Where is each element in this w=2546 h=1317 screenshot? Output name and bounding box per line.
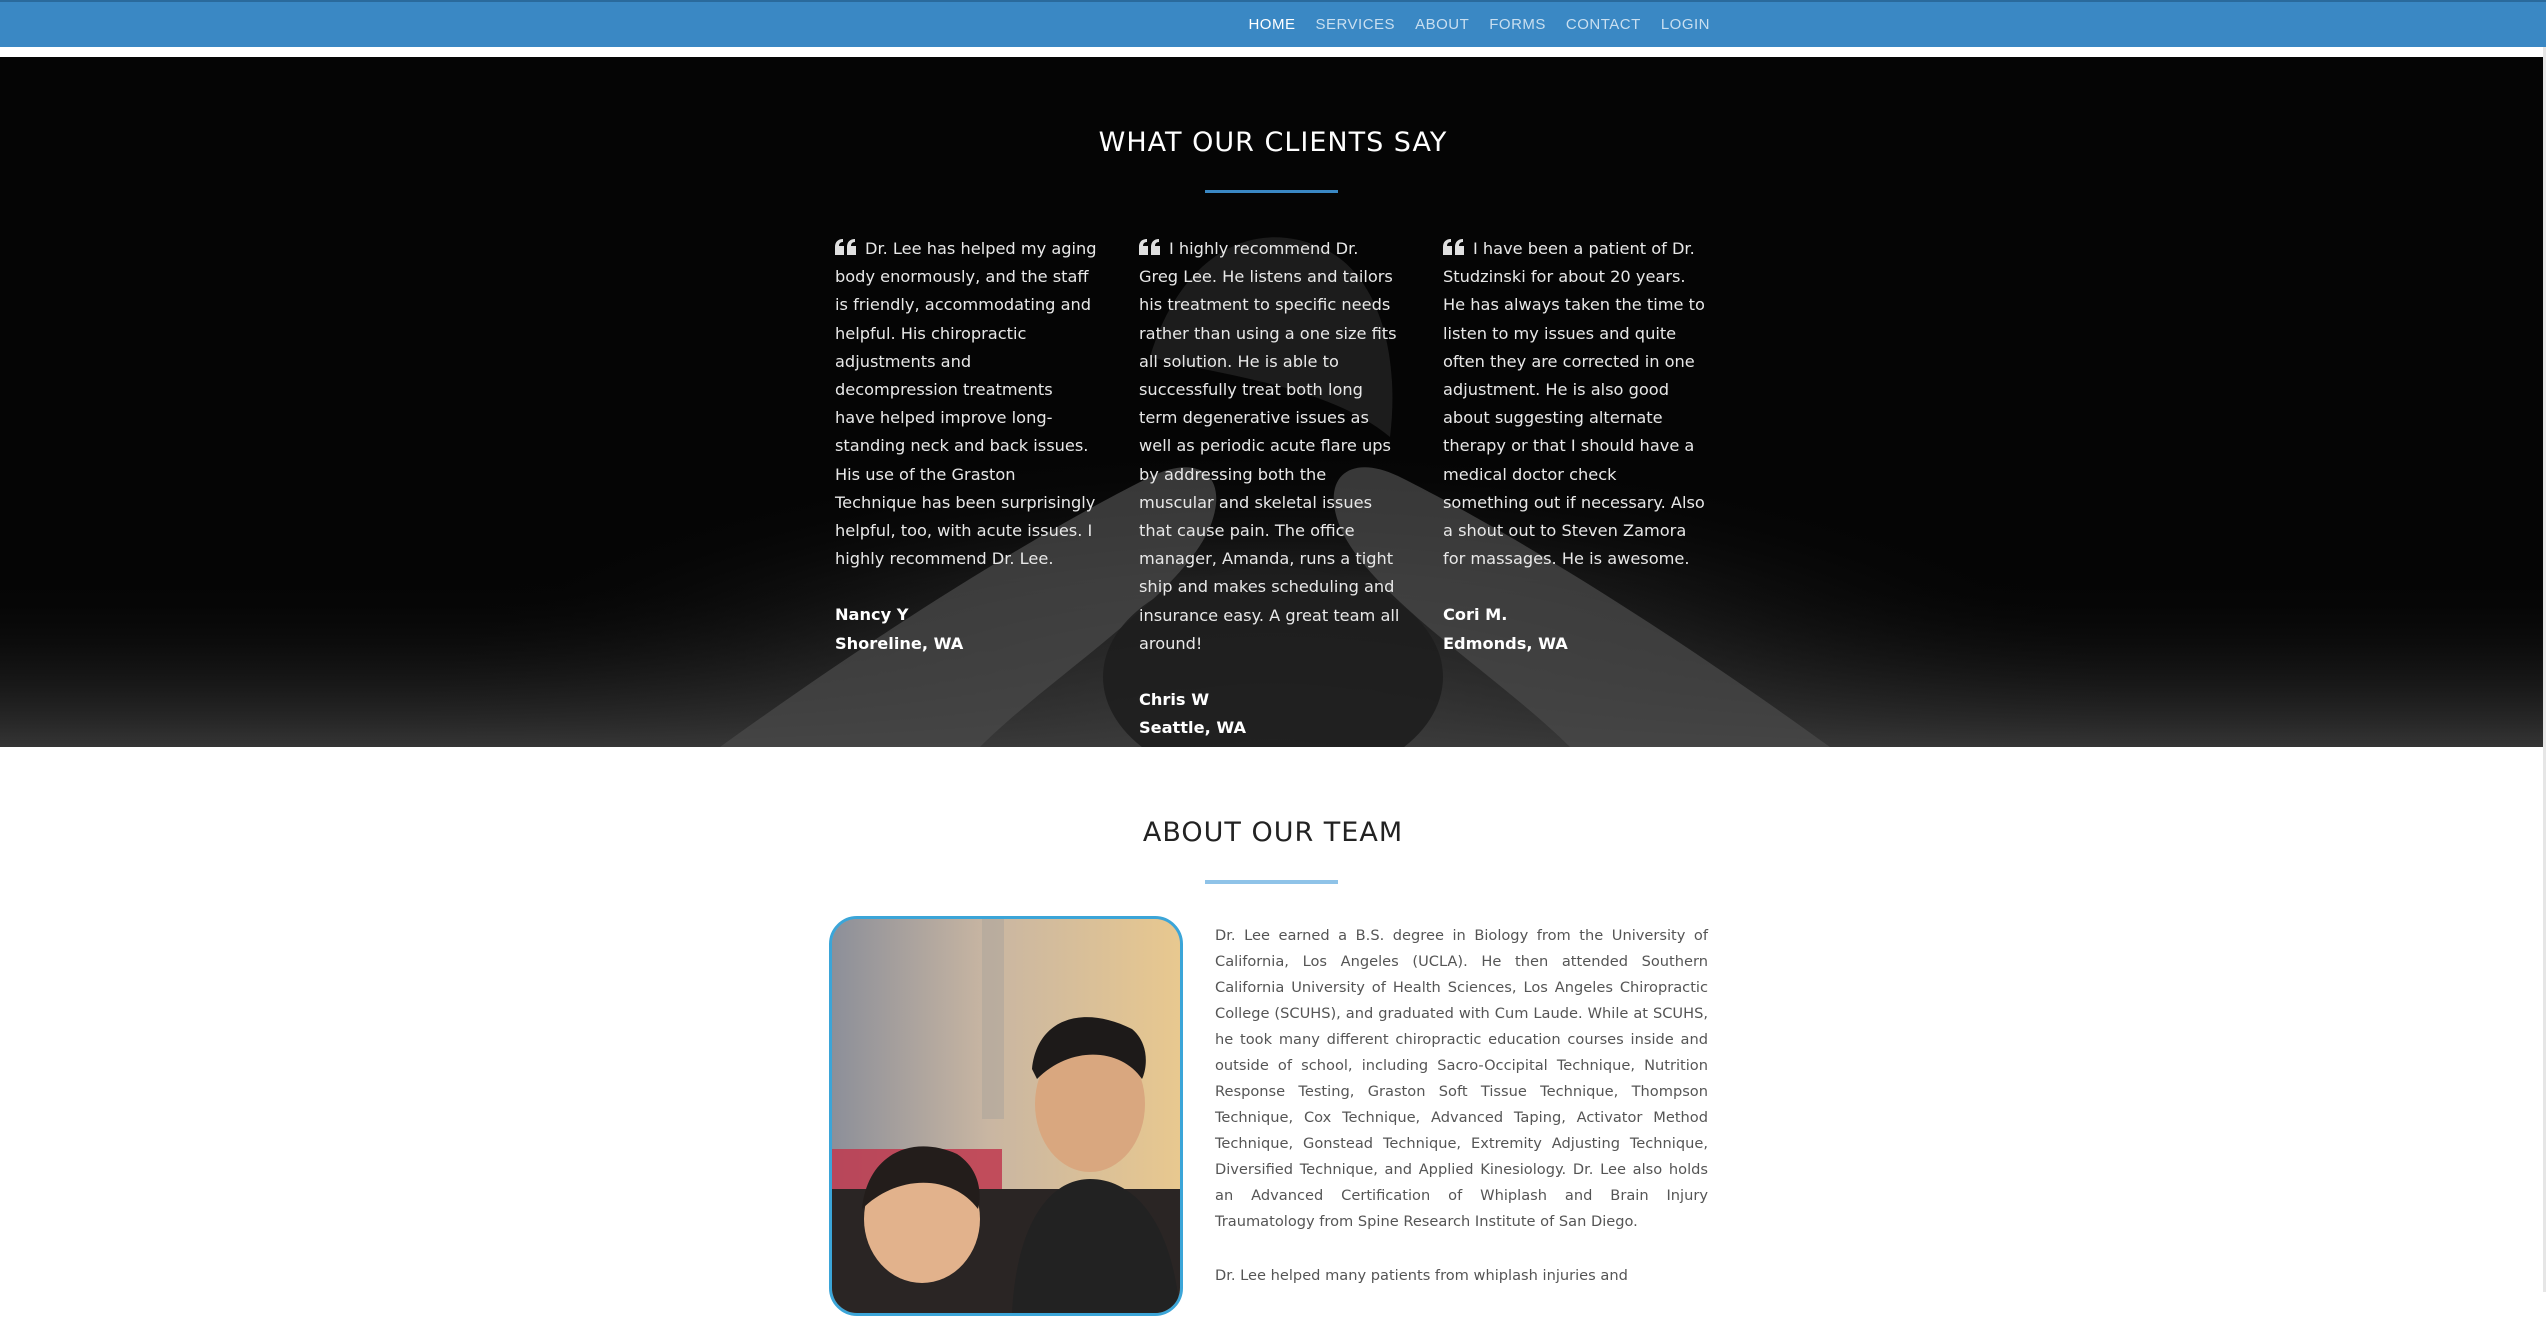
nav-spacer: [0, 47, 2546, 57]
testimonial-author: Chris W: [1139, 690, 1210, 710]
dr-lee-photo: [832, 919, 1180, 1313]
quote-left-icon: [1443, 239, 1464, 255]
top-navbar: HOME SERVICES ABOUT FORMS CONTACT LOGIN: [0, 0, 2546, 47]
title-divider: [1205, 190, 1338, 193]
testimonials-title: WHAT OUR CLIENTS SAY: [1098, 127, 1448, 158]
testimonial-text: Dr. Lee has helped my aging body enormou…: [835, 239, 1097, 569]
nav-home[interactable]: HOME: [1248, 16, 1295, 33]
quote-left-icon: [835, 239, 856, 255]
nav-login[interactable]: LOGIN: [1661, 16, 1710, 33]
about-paragraph: Dr. Lee helped many patients from whipla…: [1215, 1267, 1628, 1284]
about-title-divider: [1205, 880, 1338, 884]
nav-contact[interactable]: CONTACT: [1566, 16, 1641, 33]
testimonial-text: I have been a patient of Dr. Studzinski …: [1443, 239, 1705, 569]
testimonials-section: WHAT OUR CLIENTS SAY Dr. Lee has helped …: [0, 57, 2546, 747]
testimonial-text: I highly recommend Dr. Greg Lee. He list…: [1139, 239, 1400, 653]
team-photo: [829, 916, 1183, 1316]
testimonial-card: I have been a patient of Dr. Studzinski …: [1443, 235, 1705, 658]
about-bio: Dr. Lee earned a B.S. degree in Biology …: [1215, 923, 1708, 1317]
about-paragraph: Dr. Lee earned a B.S. degree in Biology …: [1215, 927, 1708, 1230]
quote-left-icon: [1139, 239, 1160, 255]
nav-forms[interactable]: FORMS: [1489, 16, 1546, 33]
nav-links: HOME SERVICES ABOUT FORMS CONTACT LOGIN: [1248, 2, 1710, 47]
testimonial-location: Shoreline, WA: [835, 633, 964, 653]
about-title: ABOUT OUR TEAM: [1142, 817, 1404, 848]
nav-services[interactable]: SERVICES: [1315, 16, 1395, 33]
testimonial-card: Dr. Lee has helped my aging body enormou…: [835, 235, 1097, 658]
testimonial-location: Seattle, WA: [1139, 718, 1247, 738]
nav-about[interactable]: ABOUT: [1415, 16, 1469, 33]
testimonial-author: Nancy Y: [835, 605, 909, 625]
testimonial-card: I highly recommend Dr. Greg Lee. He list…: [1139, 235, 1401, 742]
testimonial-location: Edmonds, WA: [1443, 633, 1568, 653]
testimonial-author: Cori M.: [1443, 605, 1508, 625]
